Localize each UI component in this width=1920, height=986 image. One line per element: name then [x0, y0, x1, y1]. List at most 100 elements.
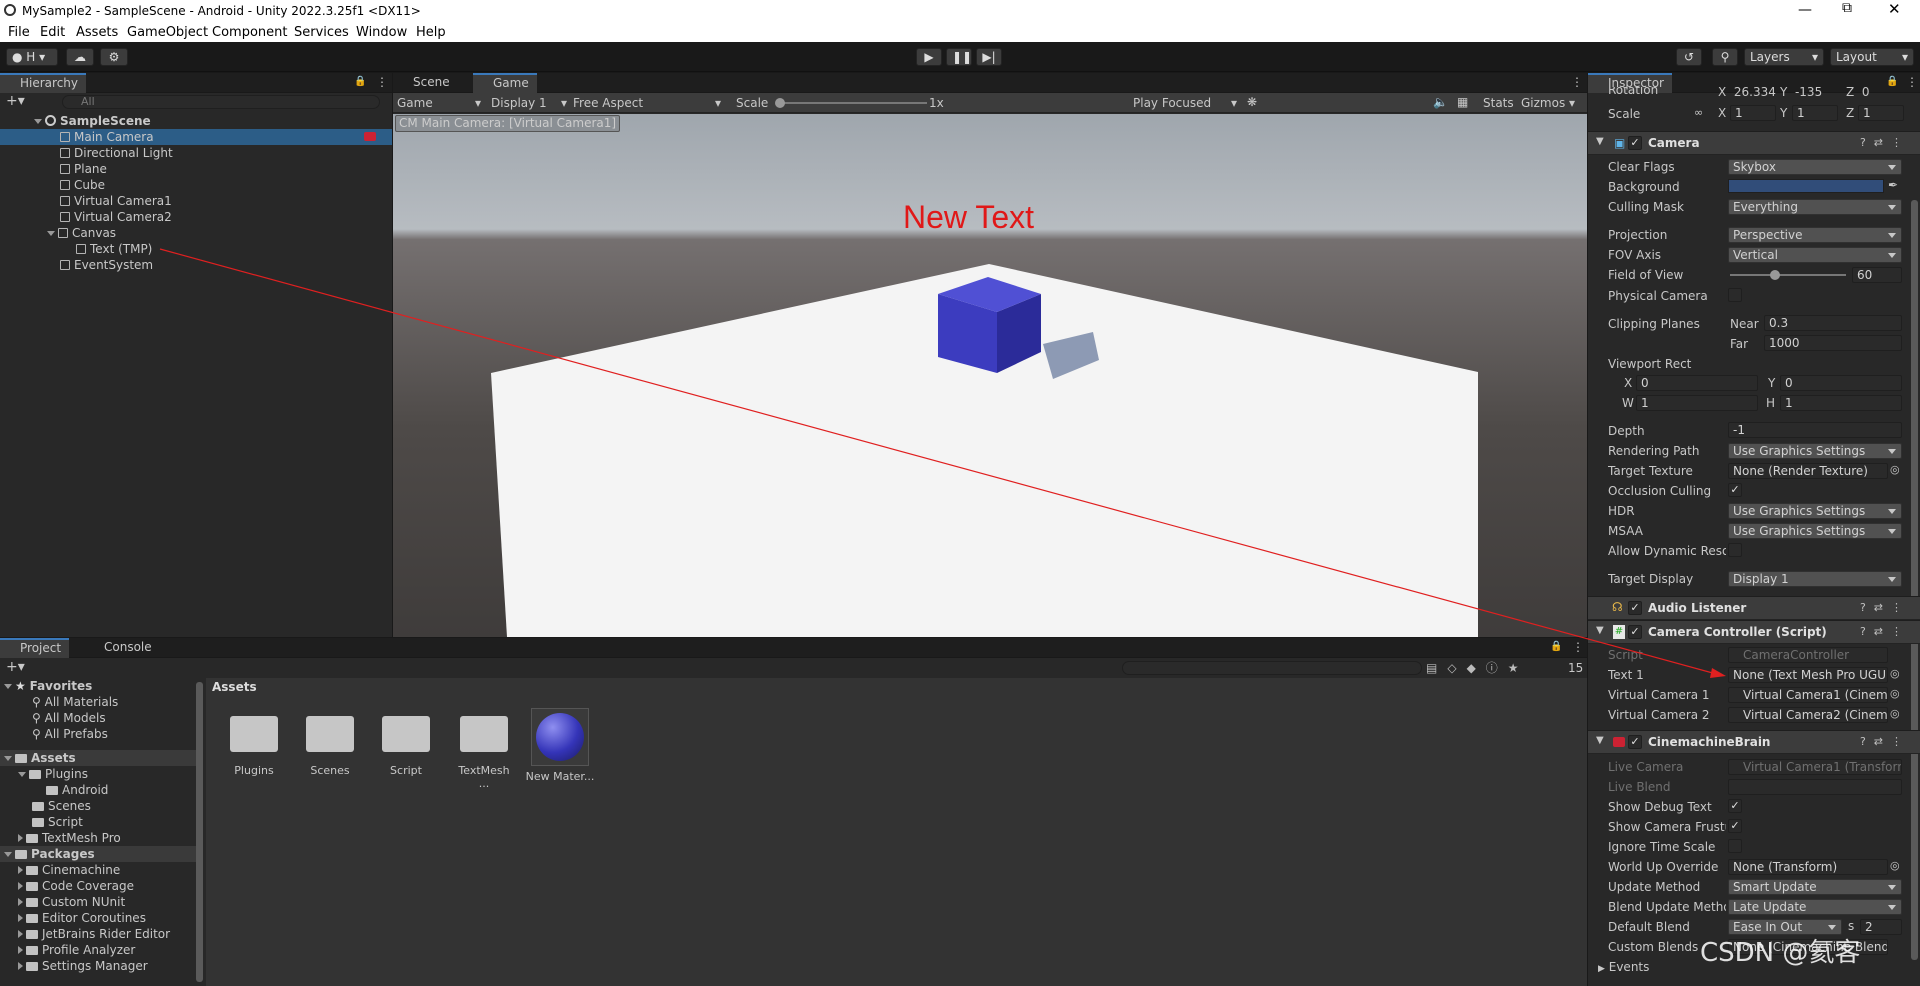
scale-x[interactable]: 1: [1730, 105, 1776, 121]
viewport-w[interactable]: 1: [1636, 395, 1758, 411]
foldout-icon[interactable]: ▼: [1596, 735, 1604, 746]
assets-header[interactable]: Assets: [0, 750, 196, 766]
audio-listener-checkbox[interactable]: ✓: [1628, 601, 1642, 615]
menu-services[interactable]: Services: [294, 25, 349, 40]
camera-enabled-checkbox[interactable]: ✓: [1628, 136, 1642, 150]
tree-folder-plugins[interactable]: Plugins: [0, 766, 88, 782]
tab-project[interactable]: Project: [0, 638, 70, 658]
update-method-dropdown[interactable]: Smart Update: [1728, 879, 1902, 895]
foldout-icon[interactable]: ▼: [1596, 136, 1604, 147]
panel-menu-icon[interactable]: ⋮: [1572, 640, 1584, 654]
rendering-path-dropdown[interactable]: Use Graphics Settings: [1728, 443, 1902, 459]
camera-component-header[interactable]: ▼ ▣ ✓ Camera ?⇄⋮: [1588, 131, 1920, 155]
world-up-field[interactable]: None (Transform): [1728, 859, 1888, 875]
tree-folder-textmesh[interactable]: TextMesh Pro: [0, 830, 121, 846]
play-button[interactable]: ▶: [916, 48, 942, 66]
rotation-y[interactable]: Y -135: [1780, 87, 1822, 97]
vc1-field[interactable]: Virtual Camera1 (Cinemachine: [1728, 687, 1888, 703]
occlusion-culling-checkbox[interactable]: ✓: [1728, 483, 1742, 497]
hierarchy-item[interactable]: Virtual Camera2: [0, 209, 172, 225]
lock-icon[interactable]: 🔒: [1550, 641, 1562, 652]
blend-update-dropdown[interactable]: Late Update: [1728, 899, 1902, 915]
hierarchy-item[interactable]: EventSystem: [0, 257, 153, 273]
close-button[interactable]: ✕: [1888, 0, 1901, 18]
display-dropdown[interactable]: Display 1 ▾: [491, 95, 571, 111]
favorite-item[interactable]: ⚲ All Materials: [0, 694, 118, 710]
object-picker-icon[interactable]: ◎: [1890, 707, 1900, 720]
tab-console[interactable]: Console: [84, 638, 160, 658]
cinemachine-brain-header[interactable]: ▼ ✓ CinemachineBrain ?⇄⋮: [1588, 730, 1920, 754]
fov-value[interactable]: 60: [1852, 267, 1902, 283]
physical-camera-checkbox[interactable]: [1728, 288, 1742, 302]
collab-icon[interactable]: ⚙: [100, 48, 128, 66]
foldout-icon[interactable]: ▼: [1596, 625, 1604, 636]
bug-icon[interactable]: ❋: [1247, 95, 1257, 109]
minimize-button[interactable]: —: [1798, 2, 1812, 18]
menu-window[interactable]: Window: [356, 25, 407, 40]
camera-controller-header[interactable]: ▼ # ✓ Camera Controller (Script) ?⇄⋮: [1588, 620, 1920, 644]
eyedropper-icon[interactable]: ✒: [1888, 178, 1898, 192]
menu-file[interactable]: File: [8, 25, 30, 40]
tab-game[interactable]: Game: [473, 73, 537, 93]
depth-field[interactable]: -1: [1728, 422, 1902, 438]
package-item[interactable]: Custom NUnit: [0, 894, 125, 910]
near-field[interactable]: 0.3: [1764, 315, 1902, 331]
layout-dropdown[interactable]: Layout ▾: [1830, 48, 1914, 66]
hierarchy-item[interactable]: Virtual Camera1: [0, 193, 172, 209]
asset-folder[interactable]: Scenes: [300, 710, 360, 777]
scale-z[interactable]: 1: [1858, 105, 1904, 121]
package-item[interactable]: JetBrains Rider Editor: [0, 926, 170, 942]
inspector-scrollbar-thumb[interactable]: [1911, 200, 1918, 960]
far-field[interactable]: 1000: [1764, 335, 1902, 351]
msaa-dropdown[interactable]: Use Graphics Settings: [1728, 523, 1902, 539]
hierarchy-item[interactable]: Plane: [0, 161, 107, 177]
text1-field[interactable]: None (Text Mesh Pro UGUI): [1728, 667, 1888, 683]
hierarchy-item[interactable]: Text (TMP): [0, 241, 152, 257]
viewport-x[interactable]: 0: [1636, 375, 1758, 391]
dynamic-resolution-checkbox[interactable]: [1728, 543, 1742, 557]
panel-menu-icon[interactable]: ⋮: [1571, 75, 1583, 89]
hierarchy-item-main-camera[interactable]: Main Camera: [0, 129, 392, 145]
projection-dropdown[interactable]: Perspective: [1728, 227, 1902, 243]
gizmos-dropdown-icon[interactable]: ▾: [1569, 96, 1575, 110]
show-debug-text-checkbox[interactable]: ✓: [1728, 799, 1742, 813]
fov-axis-dropdown[interactable]: Vertical: [1728, 247, 1902, 263]
tree-folder-android[interactable]: Android: [0, 782, 108, 798]
rotation-z[interactable]: Z 0: [1846, 87, 1870, 97]
scene-root[interactable]: SampleScene: [0, 113, 392, 129]
play-focused-dropdown[interactable]: Play Focused ▾: [1133, 95, 1241, 111]
component-header-icons[interactable]: ?⇄⋮: [1860, 735, 1910, 748]
package-item[interactable]: Code Coverage: [0, 878, 134, 894]
object-picker-icon[interactable]: ◎: [1890, 463, 1900, 476]
cloud-icon[interactable]: ☁: [66, 48, 94, 66]
package-item[interactable]: Editor Coroutines: [0, 910, 146, 926]
tree-folder-script[interactable]: Script: [0, 814, 83, 830]
blend-time-field[interactable]: 2: [1860, 919, 1902, 935]
ignore-timescale-checkbox[interactable]: [1728, 839, 1742, 853]
add-icon[interactable]: +▾: [6, 659, 25, 675]
culling-mask-dropdown[interactable]: Everything: [1728, 199, 1902, 215]
pause-button[interactable]: ❚❚: [946, 48, 972, 66]
clear-flags-dropdown[interactable]: Skybox: [1728, 159, 1902, 175]
lock-icon[interactable]: 🔒: [354, 76, 366, 87]
scale-slider[interactable]: [775, 98, 927, 108]
package-item[interactable]: Settings Manager: [0, 958, 148, 974]
game-viewport[interactable]: CM Main Camera: [Virtual Camera1] New Te…: [393, 114, 1587, 637]
asset-folder[interactable]: Plugins: [224, 710, 284, 777]
fov-slider[interactable]: [1730, 270, 1846, 280]
favorite-item[interactable]: ⚲ All Prefabs: [0, 726, 108, 742]
panel-menu-icon[interactable]: ⋮: [376, 75, 388, 89]
add-icon[interactable]: +▾: [6, 93, 25, 109]
asset-folder[interactable]: TextMesh ...: [452, 710, 516, 790]
menu-gameobject[interactable]: GameObject: [127, 25, 208, 40]
component-header-icons[interactable]: ?⇄⋮: [1860, 136, 1910, 149]
object-picker-icon[interactable]: ◎: [1890, 667, 1900, 680]
step-button[interactable]: ▶|: [976, 48, 1002, 66]
show-frustum-checkbox[interactable]: ✓: [1728, 819, 1742, 833]
tree-folder-scenes[interactable]: Scenes: [0, 798, 91, 814]
rotation-x[interactable]: X 26.334: [1718, 87, 1776, 97]
constrain-link-icon[interactable]: ∞: [1694, 106, 1703, 119]
script-enabled-checkbox[interactable]: ✓: [1628, 625, 1642, 639]
breadcrumb[interactable]: Assets: [212, 680, 257, 694]
game-mode-dropdown[interactable]: Game ▾: [397, 95, 485, 111]
